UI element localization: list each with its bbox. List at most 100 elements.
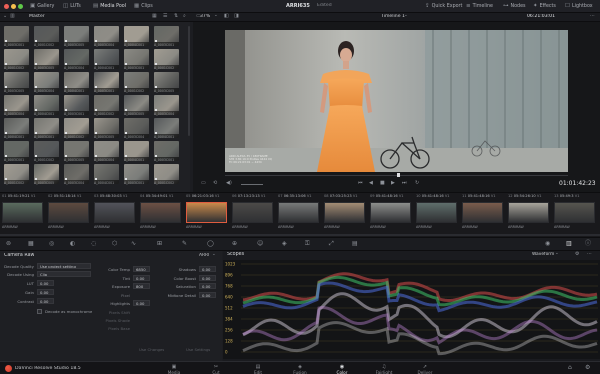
- timeline-button[interactable]: ≡ Timeline: [466, 2, 493, 11]
- sort-icon[interactable]: ⇅: [174, 14, 178, 19]
- stereo-icon[interactable]: ▤: [352, 241, 358, 247]
- project-settings-icon[interactable]: ⚙: [585, 365, 590, 371]
- use-settings-button[interactable]: Use Settings: [186, 347, 210, 352]
- tracker-icon[interactable]: ⊕: [232, 241, 237, 247]
- loop-playback-icon[interactable]: ↻: [415, 181, 419, 186]
- viewer-image[interactable]: ARRI ALEXA 35 / 180FRAME S35 3.8K 16:9 P…: [225, 30, 568, 172]
- shadows-field[interactable]: 0.00: [199, 266, 216, 272]
- tint-field[interactable]: 0.00: [133, 275, 150, 281]
- pool-scrollbar[interactable]: [188, 26, 190, 136]
- exposure-field[interactable]: 800: [133, 283, 150, 289]
- timeline-clip[interactable]: [140, 202, 181, 223]
- midtone-detail-field[interactable]: 0.00: [199, 292, 216, 298]
- page-tab-media[interactable]: ▣ Media: [160, 363, 188, 374]
- loop-icon[interactable]: ⟲: [213, 181, 217, 186]
- chevron-down-icon[interactable]: ⌄: [3, 14, 7, 19]
- split-icon[interactable]: ◨: [234, 14, 239, 19]
- curves-icon[interactable]: ∿: [131, 241, 136, 247]
- saturation-field[interactable]: 0.00: [199, 283, 216, 289]
- raw-source-chevron-icon[interactable]: ⌄: [212, 252, 216, 258]
- timeline-clip[interactable]: [232, 202, 273, 223]
- blur-icon[interactable]: ◈: [282, 241, 287, 247]
- decode-using-select[interactable]: Clip: [37, 271, 91, 277]
- color-wheels-icon[interactable]: ◎: [49, 241, 54, 247]
- skip-forward-icon[interactable]: ⏭: [402, 181, 407, 186]
- effects-button[interactable]: ✦ Effects: [533, 2, 556, 11]
- highlights-field[interactable]: 0.00: [133, 300, 150, 306]
- skip-back-icon[interactable]: ⏮: [358, 181, 363, 186]
- scope-mode-chevron-icon[interactable]: ⌄: [555, 251, 559, 257]
- timeline-clip[interactable]: [462, 202, 503, 223]
- qualifier-icon[interactable]: ✎: [182, 241, 187, 247]
- key-icon[interactable]: ⚿: [305, 241, 310, 247]
- gallery-button[interactable]: ▣ Gallery: [30, 2, 54, 11]
- list-view-icon[interactable]: ▥: [10, 14, 15, 19]
- zoom-chevron-icon[interactable]: ⌄: [214, 13, 218, 19]
- timeline-clip[interactable]: [554, 202, 595, 223]
- camera-raw-icon[interactable]: ⊚: [6, 241, 11, 247]
- volume-slider[interactable]: [241, 184, 263, 185]
- clip-scrollbar[interactable]: [0, 234, 600, 236]
- luts-button[interactable]: ◫ LUTs: [63, 2, 81, 11]
- motion-effects-icon[interactable]: ◌: [91, 241, 96, 247]
- scope-settings-icon[interactable]: ⚙: [575, 252, 579, 257]
- lut-field[interactable]: 0.00: [37, 280, 54, 286]
- page-tab-cut[interactable]: ✂ Cut: [202, 363, 230, 374]
- color-temp-field[interactable]: 6850: [133, 266, 150, 272]
- lightbox-button[interactable]: ☐ Lightbox: [565, 2, 593, 11]
- timeline-clip[interactable]: [48, 202, 89, 223]
- mono-checkbox[interactable]: [37, 309, 42, 314]
- timeline-clip[interactable]: [186, 202, 227, 223]
- window-icon[interactable]: ◯: [207, 241, 214, 247]
- scope-mode-select[interactable]: Waveform: [532, 252, 554, 257]
- grid-view-icon[interactable]: ▦: [152, 14, 157, 19]
- viewer-size-icon[interactable]: ▭: [201, 181, 206, 186]
- color-match-icon[interactable]: ▦: [28, 241, 34, 247]
- timeline-name[interactable]: Timeline 1: [381, 14, 405, 19]
- timeline-clip[interactable]: [370, 202, 411, 223]
- zoom-level[interactable]: 37%: [200, 14, 210, 19]
- gain-field[interactable]: 0.00: [37, 289, 54, 295]
- page-tab-fusion[interactable]: ◈ Fusion: [286, 363, 314, 374]
- timeline-clip[interactable]: [508, 202, 549, 223]
- minimize-window-icon[interactable]: [11, 4, 16, 9]
- play-icon[interactable]: ▶: [391, 181, 395, 186]
- volume-icon[interactable]: ◀): [226, 181, 232, 186]
- more-options-icon[interactable]: ⋯: [590, 14, 595, 19]
- page-tab-edit[interactable]: ▤ Edit: [244, 363, 272, 374]
- zoom-window-icon[interactable]: [18, 4, 23, 9]
- timeline-clip[interactable]: [278, 202, 319, 223]
- scope-more-icon[interactable]: ⋯: [587, 252, 592, 257]
- eye-icon[interactable]: ◉: [545, 241, 550, 247]
- raw-source[interactable]: ARRI: [199, 253, 209, 258]
- color-boost-field[interactable]: 0.00: [199, 275, 216, 281]
- page-tab-fairlight[interactable]: ♫ Fairlight: [370, 363, 398, 374]
- sizing-icon[interactable]: ⤢: [329, 241, 334, 247]
- info-icon[interactable]: ⓘ: [585, 241, 591, 247]
- close-window-icon[interactable]: [4, 4, 9, 9]
- list-icon[interactable]: ☰: [163, 14, 167, 19]
- clips-button[interactable]: ▦ Clips: [134, 2, 153, 11]
- page-tab-color[interactable]: ◉ Color: [328, 363, 356, 374]
- playhead[interactable]: [397, 173, 400, 177]
- timeline-chevron-icon[interactable]: ⌄: [404, 13, 408, 19]
- decode-quality-select[interactable]: Use project setting: [37, 263, 91, 269]
- timeline-clip[interactable]: [416, 202, 457, 223]
- timeline-clip[interactable]: [2, 202, 43, 223]
- contrast-field[interactable]: 0.00: [37, 298, 54, 304]
- reverse-icon[interactable]: ◀: [369, 181, 373, 186]
- wipe-icon[interactable]: ◧: [224, 14, 229, 19]
- nodes-button[interactable]: ⊶ Nodes: [503, 2, 526, 11]
- magic-mask-icon[interactable]: ☺: [257, 241, 263, 247]
- search-icon[interactable]: ⌕: [183, 14, 186, 19]
- timeline-clip[interactable]: [324, 202, 365, 223]
- quick-export-button[interactable]: ⇪ Quick Export: [425, 2, 462, 11]
- rgb-mixer-icon[interactable]: ◐: [70, 241, 75, 247]
- stop-icon[interactable]: ■: [380, 181, 385, 186]
- media-pool-button[interactable]: ▤ Media Pool: [93, 2, 126, 11]
- scopes-toggle-icon[interactable]: ▥: [566, 241, 572, 247]
- home-icon[interactable]: ⌂: [568, 365, 572, 371]
- use-changes-button[interactable]: Use Changes: [139, 347, 164, 352]
- timeline-clip[interactable]: [94, 202, 135, 223]
- color-warper-icon[interactable]: ⊞: [157, 241, 162, 247]
